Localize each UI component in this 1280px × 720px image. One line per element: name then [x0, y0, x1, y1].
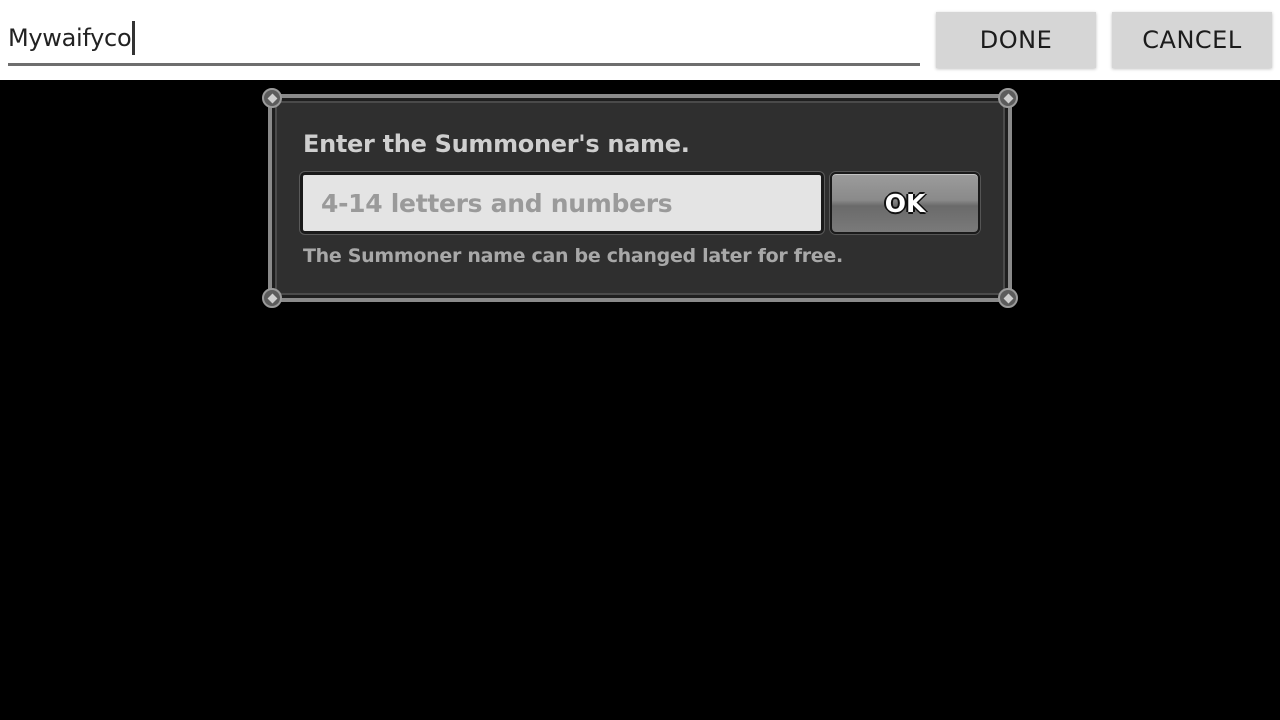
corner-rivet-icon [998, 288, 1018, 308]
ime-input-bar: Mywaifyco DONE CANCEL [0, 0, 1280, 80]
ime-text-field[interactable]: Mywaifyco [8, 12, 920, 66]
ime-text-value: Mywaifyco [8, 23, 132, 52]
summoner-name-dialog: Enter the Summoner's name. 4-14 letters … [262, 88, 1018, 308]
summoner-name-placeholder: 4-14 letters and numbers [321, 188, 673, 218]
cancel-button[interactable]: CANCEL [1112, 12, 1272, 68]
done-button[interactable]: DONE [936, 12, 1096, 68]
ok-button[interactable]: OK [830, 172, 980, 234]
corner-rivet-icon [262, 288, 282, 308]
corner-rivet-icon [262, 88, 282, 108]
name-change-hint: The Summoner name can be changed later f… [303, 245, 843, 267]
text-caret [132, 20, 136, 55]
summoner-name-input[interactable]: 4-14 letters and numbers [300, 172, 824, 234]
dialog-title: Enter the Summoner's name. [303, 130, 690, 158]
corner-rivet-icon [998, 88, 1018, 108]
